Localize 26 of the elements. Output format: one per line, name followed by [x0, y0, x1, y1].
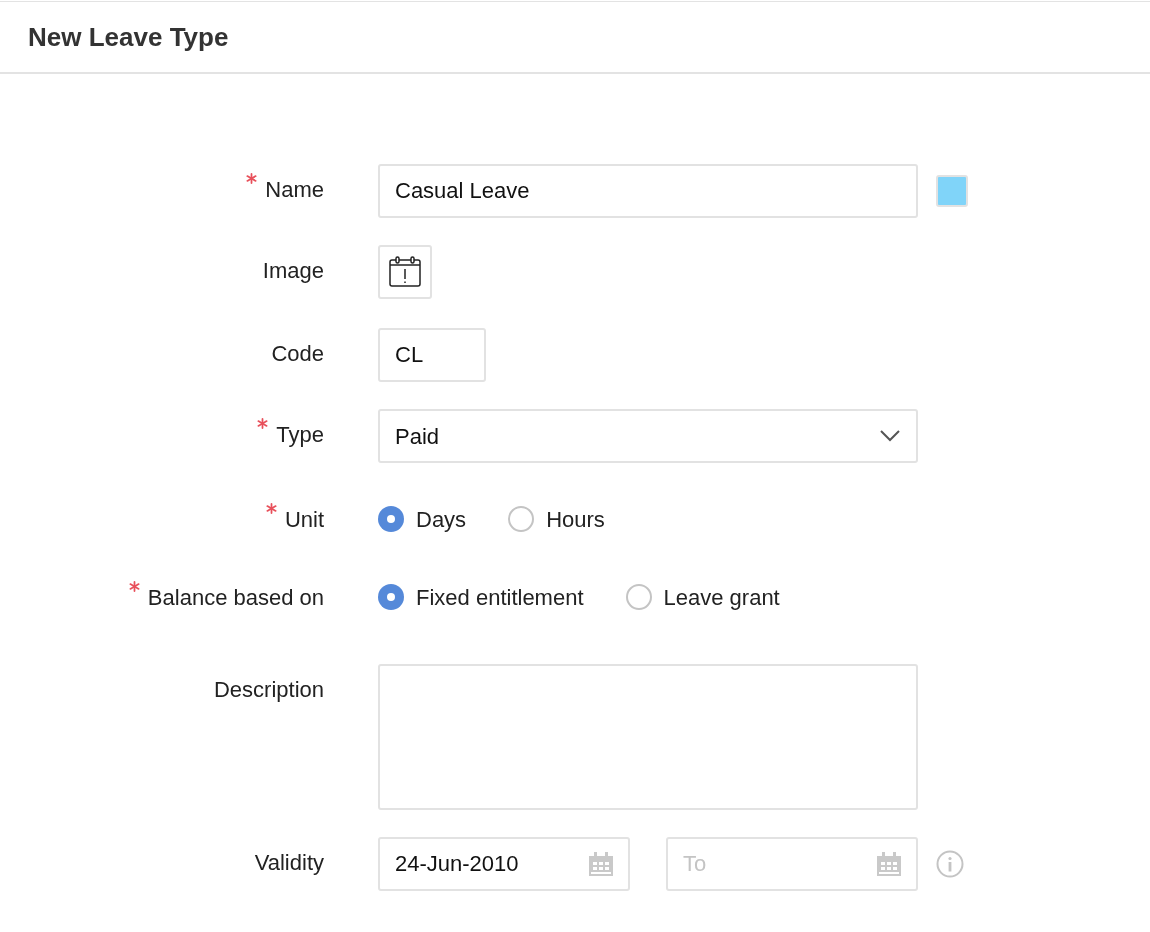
radio-option[interactable]: Leave grant: [625, 580, 780, 614]
field-label: Description: [213, 677, 324, 703]
field-label: Name: [265, 177, 324, 203]
date-field[interactable]: To: [666, 837, 918, 891]
field-label: Type: [276, 422, 324, 448]
calendar-icon[interactable]: [587, 850, 615, 878]
date-field[interactable]: 24-Jun-2010: [378, 837, 630, 891]
field-label: Validity: [254, 850, 324, 876]
radio-option[interactable]: Days: [378, 502, 467, 536]
field-label: Unit: [284, 507, 324, 533]
calendar-alert-icon: [388, 255, 422, 289]
info-icon[interactable]: [936, 850, 964, 878]
chevron-down-icon: [880, 430, 900, 442]
description-field[interactable]: [378, 664, 918, 810]
field-label: Image: [262, 258, 324, 284]
field-label: Code: [271, 341, 324, 367]
code-field[interactable]: CL: [378, 328, 486, 382]
radio-option[interactable]: Hours: [508, 502, 605, 536]
radio-option[interactable]: Fixed entitlement: [378, 580, 584, 614]
name-field[interactable]: Casual Leave: [378, 164, 918, 218]
calendar-icon[interactable]: [875, 850, 903, 878]
color-swatch[interactable]: [936, 175, 968, 207]
field-label: Balance based on: [147, 585, 324, 611]
image-picker[interactable]: [378, 245, 432, 299]
page-title: New Leave Type: [28, 20, 229, 54]
type-dropdown[interactable]: Paid: [378, 409, 918, 463]
